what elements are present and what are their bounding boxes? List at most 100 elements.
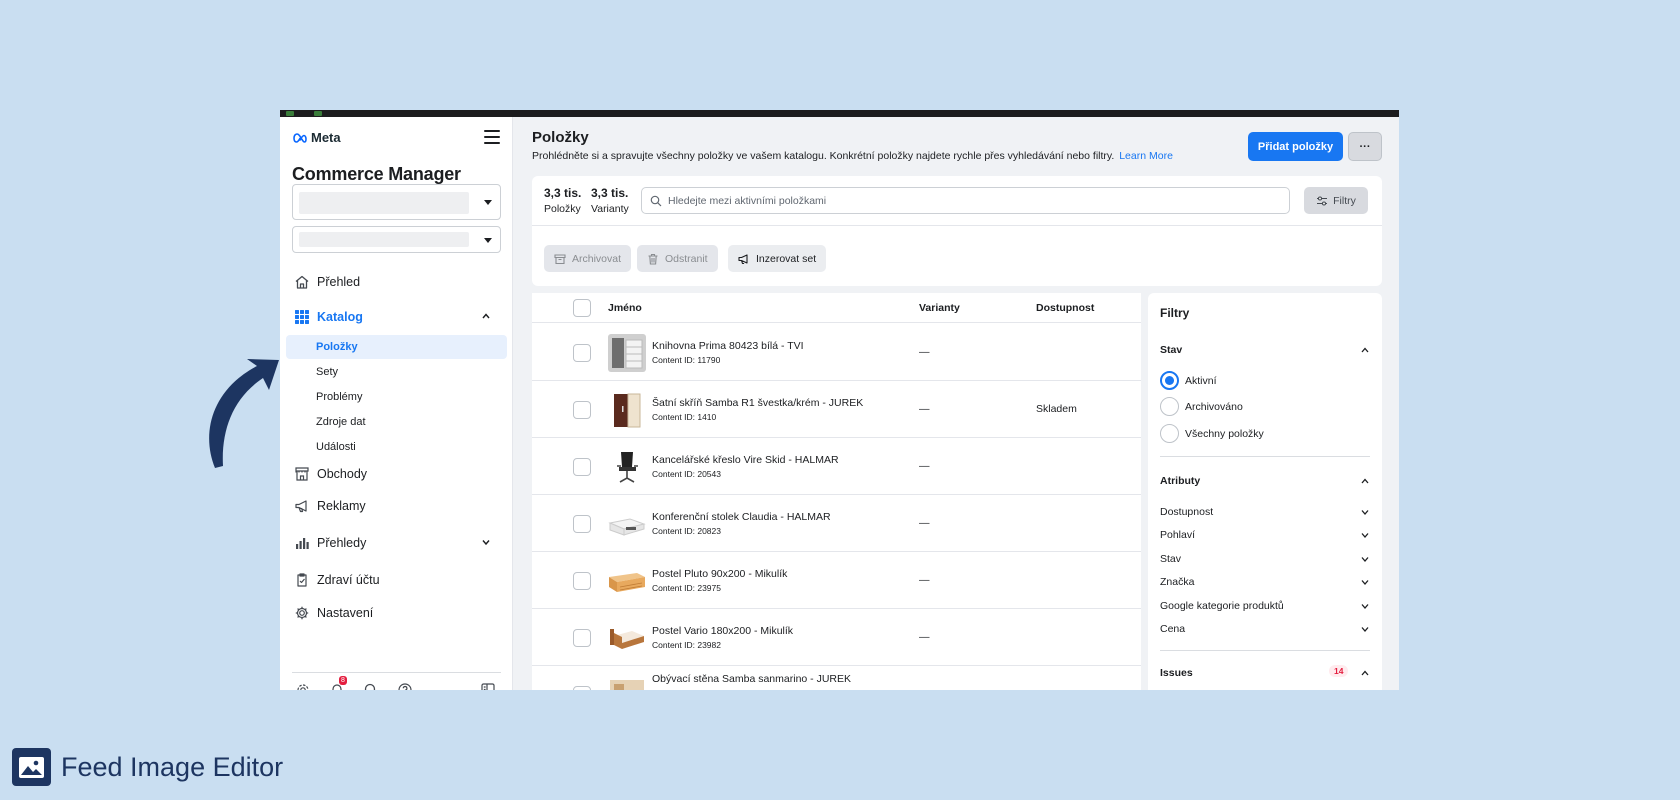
attribute-google-category[interactable]: Google kategorie produktů [1160,600,1284,612]
status-option-label[interactable]: Aktivní [1185,375,1217,387]
sidebar-item-overview[interactable]: Přehled [280,267,513,297]
items-table: Jméno Varianty Dostupnost Knihovna Prima… [532,293,1141,690]
card-divider [532,225,1382,226]
search-icon[interactable] [363,682,379,690]
attribute-price[interactable]: Cena [1160,623,1185,635]
product-name[interactable]: Kancelářské křeslo Vire Skid - HALMAR [652,454,839,466]
delete-button[interactable]: Odstranit [637,245,718,272]
row-checkbox[interactable] [573,458,591,476]
attribute-availability[interactable]: Dostupnost [1160,506,1213,518]
product-name[interactable]: Konferenční stolek Claudia - HALMAR [652,511,831,523]
chevron-down-icon[interactable] [1360,624,1370,634]
page-title: Položky [532,129,589,146]
row-checkbox[interactable] [573,401,591,419]
product-name[interactable]: Knihovna Prima 80423 bílá - TVI [652,340,804,352]
chevron-up-icon[interactable] [1360,476,1370,486]
more-options-button[interactable]: ··· [1348,132,1382,161]
filters-panel: Filtry Stav Aktivní Archivováno Všechny … [1148,293,1382,690]
search-input[interactable] [668,191,1268,210]
variants-value: — [919,574,930,586]
status-option-label[interactable]: Archivováno [1185,401,1243,413]
product-name[interactable]: Obývací stěna Samba sanmarino - JUREK [652,673,851,685]
table-row[interactable]: Knihovna Prima 80423 bílá - TVI Content … [532,324,1141,381]
sidebar-item-reports[interactable]: Přehledy [280,528,513,558]
chevron-up-icon[interactable] [1360,345,1370,355]
select-all-checkbox[interactable] [573,299,591,317]
product-name[interactable]: Postel Vario 180x200 - Mikulík [652,625,793,637]
table-row[interactable]: Postel Vario 180x200 - Mikulík Content I… [532,609,1141,666]
column-header-availability[interactable]: Dostupnost [1036,302,1094,314]
sidebar-item-settings[interactable]: Nastavení [280,598,513,628]
row-checkbox[interactable] [573,344,591,362]
issues-count-badge: 14 [1329,665,1349,677]
column-header-name[interactable]: Jméno [608,302,642,314]
sliders-icon [1317,195,1328,206]
product-thumbnail [608,334,646,372]
archive-button[interactable]: Archivovat [544,245,632,272]
sidebar-subitem-sets[interactable]: Sety [286,360,507,384]
chevron-down-icon[interactable] [1360,601,1370,611]
chevron-up-icon [482,313,490,319]
menu-icon[interactable] [484,130,500,144]
sidebar-item-label: Reklamy [317,499,366,513]
attribute-brand[interactable]: Značka [1160,576,1194,588]
table-row[interactable]: Konferenční stolek Claudia - HALMAR Cont… [532,495,1141,552]
settings-icon[interactable] [295,682,311,690]
sidebar-item-ads[interactable]: Reklamy [280,491,513,521]
status-radio-archived[interactable] [1160,397,1179,416]
table-row[interactable]: Kancelářské křeslo Vire Skid - HALMAR Co… [532,438,1141,495]
filters-button-label: Filtry [1333,194,1356,207]
column-header-variants[interactable]: Varianty [919,302,960,314]
advertise-set-button[interactable]: Inzerovat set [728,245,827,272]
filters-button[interactable]: Filtry [1304,187,1368,214]
row-checkbox[interactable] [573,629,591,647]
items-count: 3,3 tis. [544,186,582,200]
meta-label: Meta [311,130,341,145]
status-radio-active[interactable] [1160,371,1179,390]
table-row[interactable]: Obývací stěna Samba sanmarino - JUREK [532,666,1141,690]
chevron-up-icon[interactable] [1360,668,1370,678]
chevron-down-icon[interactable] [1360,530,1370,540]
product-name[interactable]: Šatní skříň Samba R1 švestka/krém - JURE… [652,397,863,409]
chevron-down-icon[interactable] [1360,554,1370,564]
product-thumbnail [608,562,646,600]
catalog-selector[interactable] [292,226,501,253]
learn-more-link[interactable]: Learn More [1119,150,1173,162]
sidebar-item-account-health[interactable]: Zdraví účtu [280,565,513,595]
sidebar-subitem-items[interactable]: Položky [286,335,507,359]
row-checkbox[interactable] [573,686,591,690]
table-row[interactable]: Šatní skříň Samba R1 švestka/krém - JURE… [532,381,1141,438]
pointer-arrow-graphic [209,359,279,468]
sidebar-item-shops[interactable]: Obchody [280,459,513,489]
attribute-gender[interactable]: Pohlaví [1160,529,1195,541]
add-items-button[interactable]: Přidat položky [1248,132,1343,161]
chevron-down-icon[interactable] [1360,577,1370,587]
grid-icon [295,310,309,324]
row-checkbox[interactable] [573,515,591,533]
panel-toggle-icon[interactable] [480,682,496,690]
product-thumbnail [608,505,646,543]
search-icon [650,195,662,207]
sidebar-subitem-events[interactable]: Události [286,435,507,459]
product-name[interactable]: Postel Pluto 90x200 - Mikulík [652,568,787,580]
status-radio-all[interactable] [1160,424,1179,443]
variants-count-stat: 3,3 tis. Varianty [591,186,629,215]
business-placeholder [299,192,469,214]
status-option-label[interactable]: Všechny položky [1185,428,1264,440]
status-section-title[interactable]: Stav [1160,344,1182,356]
sidebar-item-label: Katalog [317,310,363,324]
sidebar-item-catalog[interactable]: Katalog [280,302,513,332]
table-row[interactable]: Postel Pluto 90x200 - Mikulík Content ID… [532,552,1141,609]
help-icon[interactable] [397,682,413,690]
chevron-down-icon[interactable] [1360,507,1370,517]
attributes-section-title[interactable]: Atributy [1160,475,1200,487]
attribute-condition[interactable]: Stav [1160,553,1181,565]
sidebar-subitem-problems[interactable]: Problémy [286,385,507,409]
sidebar-subitem-data-sources[interactable]: Zdroje dat [286,410,507,434]
row-checkbox[interactable] [573,572,591,590]
commerce-manager-window: Meta Commerce Manager Přehled Katalog Po… [280,110,1399,690]
chevron-down-icon [484,200,492,205]
business-selector[interactable] [292,184,501,220]
issues-section-title[interactable]: Issues [1160,667,1193,679]
sidebar: Meta Commerce Manager Přehled Katalog Po… [280,117,513,690]
